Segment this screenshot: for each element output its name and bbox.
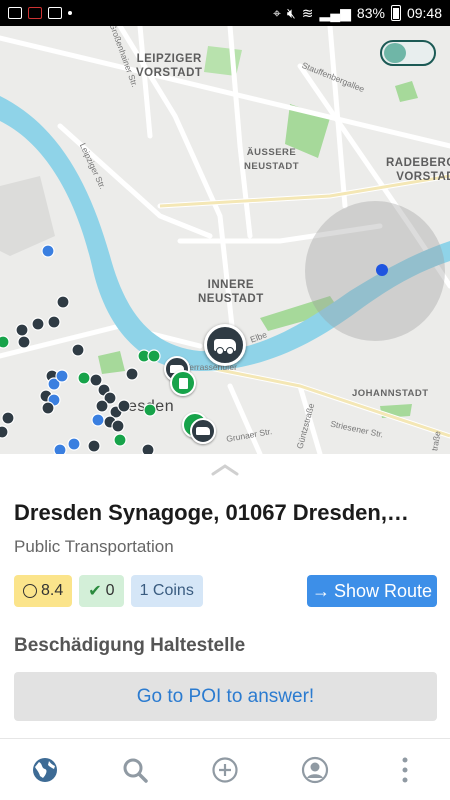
poi-dot-marker xyxy=(55,369,69,383)
clock: 09:48 xyxy=(406,5,442,21)
gallery-notification-icon xyxy=(8,7,22,19)
poi-category: Public Transportation xyxy=(14,537,174,556)
poi-dot-marker xyxy=(71,343,85,357)
nav-map[interactable] xyxy=(0,739,90,800)
score-value: 8.4 xyxy=(41,582,64,599)
show-route-label: Show Route xyxy=(333,580,433,601)
confirmations-value: 0 xyxy=(105,582,115,599)
smiley-icon xyxy=(23,584,37,598)
poi-dot-marker xyxy=(53,443,67,454)
poi-dot-marker xyxy=(56,295,70,309)
search-icon xyxy=(123,758,148,783)
poi-dot-marker xyxy=(1,411,15,425)
coins-value: 1 Coins xyxy=(139,582,194,599)
mute-icon: 🔇︎ xyxy=(286,4,296,21)
map-toggle-switch[interactable] xyxy=(380,40,436,66)
more-notifications-icon xyxy=(68,11,72,15)
poi-question: Beschädigung Haltestelle xyxy=(14,635,246,656)
poi-dot-marker xyxy=(67,437,81,451)
nav-add[interactable] xyxy=(180,739,270,800)
bus-icon xyxy=(214,339,236,355)
chevron-up-icon[interactable] xyxy=(210,462,240,476)
poi-dot-marker xyxy=(125,367,139,381)
bus-stop-marker[interactable] xyxy=(190,418,216,444)
signal-icon: ▂▄▆ xyxy=(319,4,351,21)
wifi-icon: ≋ xyxy=(301,4,314,21)
trash-icon xyxy=(178,377,188,389)
confirmations-badge: ✔ 0 xyxy=(79,575,124,607)
arrow-right-icon: → xyxy=(311,580,330,601)
poi-dot-marker xyxy=(143,403,157,417)
bottom-navigation xyxy=(0,738,450,800)
poi-dot-marker xyxy=(147,349,161,363)
waste-bin-marker[interactable] xyxy=(170,370,196,396)
show-route-button[interactable]: → Show Route xyxy=(307,575,437,607)
more-icon xyxy=(402,757,408,782)
poi-dot-marker xyxy=(95,399,109,413)
poi-dot-marker xyxy=(0,425,9,439)
score-badge: 8.4 xyxy=(14,575,73,607)
nav-search[interactable] xyxy=(90,739,180,800)
poi-dot-marker xyxy=(141,443,155,454)
add-icon xyxy=(212,756,238,783)
poi-title: Dresden Synagoge, 01067 Dresden,… xyxy=(14,500,409,525)
selected-poi-marker[interactable] xyxy=(204,324,246,366)
nav-profile[interactable] xyxy=(270,739,360,800)
poi-markers-layer xyxy=(0,244,161,454)
poi-dot-marker xyxy=(89,373,103,387)
toggle-knob xyxy=(384,43,406,63)
poi-dot-marker xyxy=(15,323,29,337)
map-view[interactable]: LEIPZIGER VORSTADT ÄUSSERE NEUSTADT RADEBE… xyxy=(0,26,450,454)
poi-dot-marker xyxy=(0,335,10,349)
go-to-poi-label: Go to POI to answer! xyxy=(136,685,315,707)
poi-badges: 8.4 ✔ 0 1 Coins xyxy=(14,575,203,607)
poi-dot-marker xyxy=(91,413,105,427)
poi-dot-marker xyxy=(111,419,125,433)
poi-dot-marker xyxy=(117,399,131,413)
poi-dot-marker xyxy=(47,315,61,329)
poi-dot-marker xyxy=(41,244,55,258)
battery-percent: 83% xyxy=(356,5,385,21)
poi-dot-marker xyxy=(87,439,101,453)
poi-dot-marker xyxy=(17,335,31,349)
poi-dot-marker xyxy=(77,371,91,385)
coins-badge: 1 Coins xyxy=(130,575,203,607)
app-notification-icon xyxy=(28,7,42,19)
bus-icon xyxy=(196,427,210,435)
poi-dot-marker xyxy=(31,317,45,331)
go-to-poi-button[interactable]: Go to POI to answer! xyxy=(14,672,437,721)
globe-icon xyxy=(33,757,57,782)
profile-icon xyxy=(301,756,329,783)
check-icon: ✔ xyxy=(88,583,102,600)
location-icon: ⌖ xyxy=(273,4,281,21)
nav-more[interactable] xyxy=(360,739,450,800)
mail-icon xyxy=(48,7,62,19)
status-bar: ⌖ 🔇︎ ≋ ▂▄▆ 83% 09:48 xyxy=(0,0,450,26)
poi-dot-marker xyxy=(113,433,127,447)
battery-icon xyxy=(390,5,401,21)
poi-dot-marker xyxy=(41,401,55,415)
